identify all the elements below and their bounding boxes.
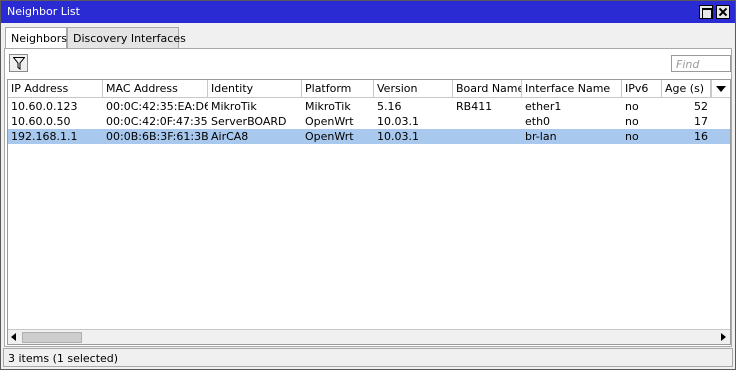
column-header-identity[interactable]: Identity bbox=[208, 80, 302, 98]
cell-ipv6: no bbox=[625, 115, 639, 128]
column-menu-icon[interactable] bbox=[711, 80, 730, 98]
table-row[interactable]: 10.60.0.50 00:0C:42:0F:47:35 ServerBOARD… bbox=[8, 114, 730, 129]
neighbor-table: IP Address MAC Address Identity Platform… bbox=[7, 79, 731, 345]
cell-board-name: RB411 bbox=[456, 100, 493, 113]
cell-ip-address: 10.60.0.50 bbox=[11, 115, 71, 128]
tab-discovery-interfaces[interactable]: Discovery Interfaces bbox=[67, 27, 186, 48]
window-title: Neighbor List bbox=[7, 5, 80, 18]
table-row-selected[interactable]: 192.168.1.1 00:0B:6B:3F:61:3B AirCA8 Ope… bbox=[8, 129, 730, 144]
column-header-mac-address[interactable]: MAC Address bbox=[103, 80, 208, 98]
cell-ip-address: 10.60.0.123 bbox=[11, 100, 78, 113]
cell-age: 17 bbox=[694, 115, 708, 128]
status-bar: 3 items (1 selected) bbox=[3, 348, 733, 367]
column-header-ipv6[interactable]: IPv6 bbox=[622, 80, 662, 98]
column-header-platform[interactable]: Platform bbox=[302, 80, 374, 98]
tab-neighbors[interactable]: Neighbors bbox=[5, 27, 67, 49]
scroll-left-icon[interactable] bbox=[11, 333, 16, 341]
cell-age: 16 bbox=[694, 130, 708, 143]
table-header: IP Address MAC Address Identity Platform… bbox=[8, 80, 730, 98]
cell-interface-name: eth0 bbox=[525, 115, 551, 128]
cell-version: 5.16 bbox=[377, 100, 402, 113]
scroll-right-icon[interactable] bbox=[721, 333, 726, 341]
cell-identity: ServerBOARD bbox=[211, 115, 287, 128]
column-header-ip-address[interactable]: IP Address bbox=[8, 80, 103, 98]
horizontal-scrollbar[interactable] bbox=[8, 329, 730, 344]
cell-age: 52 bbox=[694, 100, 708, 113]
filter-button[interactable] bbox=[9, 54, 28, 72]
cell-mac-address: 00:0C:42:0F:47:35 bbox=[106, 115, 208, 128]
cell-platform: OpenWrt bbox=[305, 115, 354, 128]
close-icon[interactable] bbox=[716, 5, 730, 19]
cell-platform: MikroTik bbox=[305, 100, 351, 113]
cell-interface-name: ether1 bbox=[525, 100, 562, 113]
cell-board-name bbox=[453, 114, 522, 129]
cell-platform: OpenWrt bbox=[305, 130, 354, 143]
cell-ipv6: no bbox=[625, 100, 639, 113]
cell-ipv6: no bbox=[625, 130, 639, 143]
scrollbar-thumb[interactable] bbox=[22, 332, 82, 343]
title-bar[interactable]: Neighbor List bbox=[1, 1, 735, 23]
cell-identity: MikroTik bbox=[211, 100, 257, 113]
column-header-interface-name[interactable]: Interface Name bbox=[522, 80, 622, 98]
column-header-version[interactable]: Version bbox=[374, 80, 453, 98]
neighbor-list-window: Neighbor List Neighbors Discovery Interf… bbox=[0, 0, 736, 370]
find-input[interactable]: Find bbox=[671, 55, 731, 72]
cell-version: 10.03.1 bbox=[377, 130, 419, 143]
cell-ip-address: 192.168.1.1 bbox=[11, 130, 78, 143]
neighbors-panel: Find IP Address MAC Address Identity Pla… bbox=[4, 48, 732, 347]
cell-board-name bbox=[453, 129, 522, 144]
filter-icon bbox=[13, 57, 25, 70]
table-row[interactable]: 10.60.0.123 00:0C:42:35:EA:D6 MikroTik M… bbox=[8, 99, 730, 114]
cell-mac-address: 00:0C:42:35:EA:D6 bbox=[106, 100, 208, 113]
cell-mac-address: 00:0B:6B:3F:61:3B bbox=[106, 130, 208, 143]
cell-version: 10.03.1 bbox=[377, 115, 419, 128]
column-header-board-name[interactable]: Board Name bbox=[453, 80, 522, 98]
column-header-age[interactable]: Age (s) bbox=[662, 80, 711, 98]
cell-identity: AirCA8 bbox=[211, 130, 249, 143]
cell-interface-name: br-lan bbox=[525, 130, 557, 143]
maximize-icon[interactable] bbox=[699, 5, 713, 19]
